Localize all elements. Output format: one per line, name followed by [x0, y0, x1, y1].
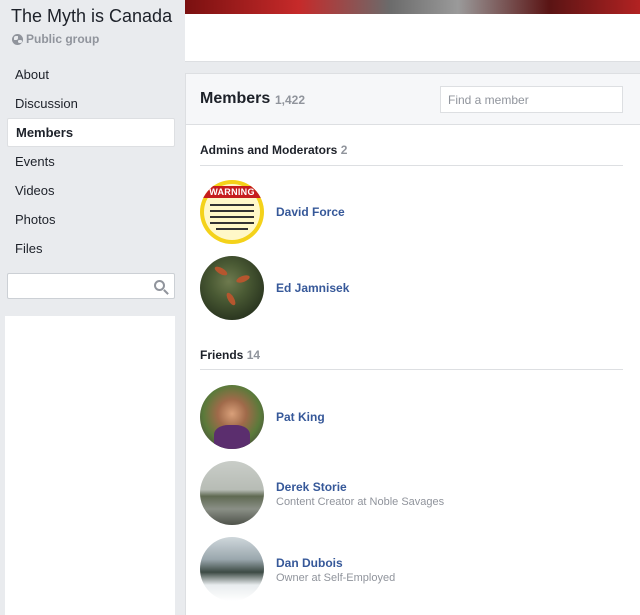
warning-text-line [216, 228, 248, 230]
nav-item-discussion[interactable]: Discussion [7, 89, 175, 118]
nav-item-videos[interactable]: Videos [7, 176, 175, 205]
avatar-detail [213, 264, 229, 278]
group-title[interactable]: The Myth is Canada [11, 6, 172, 27]
members-title: Members [200, 90, 271, 107]
admins-count: 2 [340, 143, 348, 157]
member-name[interactable]: Dan Dubois [276, 556, 343, 570]
member-subtitle: Owner at Self-Employed [276, 572, 396, 584]
warning-text-line [210, 222, 254, 224]
member-item: Pat King [200, 385, 620, 451]
nav-item-events[interactable]: Events [7, 147, 175, 176]
member-subtitle: Content Creator at Noble Savages [276, 496, 445, 508]
group-search-input[interactable] [8, 274, 148, 298]
group-privacy: Public group [12, 32, 99, 46]
cover-card [185, 0, 640, 62]
divider [200, 165, 623, 166]
warning-text-line [210, 204, 254, 206]
nav-item-photos[interactable]: Photos [7, 205, 175, 234]
nav-item-about[interactable]: About [7, 60, 175, 89]
member-item: Derek Storie Content Creator at Noble Sa… [200, 461, 620, 527]
warning-text-line [210, 216, 254, 218]
nav-item-files[interactable]: Files [7, 234, 175, 263]
group-nav: About Discussion Members Events Videos P… [7, 60, 175, 263]
avatar-detail [214, 425, 250, 449]
friends-heading-label: Friends [200, 348, 244, 362]
group-search [7, 273, 175, 299]
globe-icon [12, 33, 23, 45]
avatar[interactable] [200, 385, 264, 449]
group-privacy-label: Public group [26, 32, 100, 46]
admins-heading: Admins and Moderators 2 [200, 143, 347, 157]
members-count: 1,422 [275, 93, 306, 107]
member-name[interactable]: Derek Storie [276, 480, 347, 494]
nav-item-members[interactable]: Members [7, 118, 175, 147]
avatar[interactable] [200, 461, 264, 525]
avatar[interactable] [200, 537, 264, 601]
members-header: Members 1,422 [186, 74, 640, 125]
warning-text-line [210, 210, 254, 212]
member-name[interactable]: Pat King [276, 410, 325, 424]
friends-heading: Friends 14 [200, 348, 260, 362]
avatar-detail [235, 273, 251, 285]
find-member-input[interactable] [440, 86, 623, 113]
member-item: Dan Dubois Owner at Self-Employed [200, 537, 620, 603]
sidebar-panel [5, 316, 175, 615]
left-sidebar: The Myth is Canada Public group About Di… [0, 0, 184, 615]
friends-count: 14 [246, 348, 261, 362]
warning-banner: WARNING [200, 186, 264, 198]
member-name[interactable]: Ed Jamnisek [276, 281, 349, 295]
cover-photo[interactable] [185, 0, 640, 14]
member-name[interactable]: David Force [276, 205, 345, 219]
admins-heading-label: Admins and Moderators [200, 143, 338, 157]
member-item: WARNING David Force [200, 180, 620, 246]
divider [200, 369, 623, 370]
member-item: Ed Jamnisek [200, 256, 620, 322]
avatar[interactable]: WARNING [200, 180, 264, 244]
avatar[interactable] [200, 256, 264, 320]
search-icon[interactable] [154, 280, 165, 291]
avatar-detail [224, 291, 238, 307]
members-card: Members 1,422 Admins and Moderators 2 WA… [185, 73, 640, 615]
